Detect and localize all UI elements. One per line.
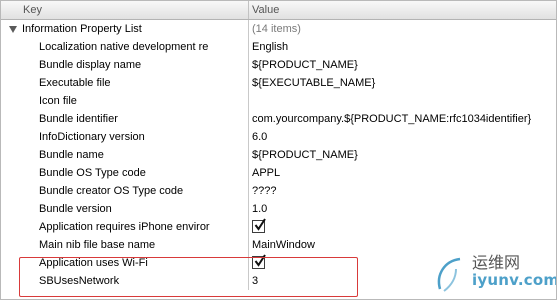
value-field[interactable]: 6.0 xyxy=(252,128,267,146)
key-label: Application requires iPhone enviror xyxy=(39,221,210,233)
checkbox-icon[interactable] xyxy=(252,218,266,233)
key-label: Bundle identifier xyxy=(39,113,118,125)
value-field[interactable]: com.yourcompany.${PRODUCT_NAME:rfc1034id… xyxy=(252,110,531,128)
key-label: Icon file xyxy=(39,95,77,107)
annotation-highlight-box xyxy=(19,257,358,297)
key-column-header[interactable]: Key xyxy=(1,1,249,19)
watermark-text-domain: iyunv.com xyxy=(472,271,557,289)
key-label: Localization native development re xyxy=(39,41,209,53)
plist-row[interactable]: Bundle OS Type code APPL xyxy=(1,164,556,182)
value-field[interactable]: ${PRODUCT_NAME} xyxy=(252,146,358,164)
key-label: Bundle name xyxy=(39,149,104,161)
plist-row[interactable]: InfoDictionary version 6.0 xyxy=(1,128,556,146)
key-label: Executable file xyxy=(39,77,111,89)
value-field[interactable]: MainWindow xyxy=(252,236,315,254)
plist-row[interactable]: Bundle display name ${PRODUCT_NAME} xyxy=(1,56,556,74)
plist-row[interactable]: Bundle name ${PRODUCT_NAME} xyxy=(1,146,556,164)
column-header: Key Value xyxy=(1,1,556,20)
key-label: Bundle version xyxy=(39,203,112,215)
plist-row[interactable]: Bundle version 1.0 xyxy=(1,200,556,218)
value-field[interactable]: APPL xyxy=(252,164,280,182)
value-field[interactable]: ???? xyxy=(252,182,276,200)
disclosure-triangle-icon[interactable] xyxy=(9,26,17,33)
value-field[interactable]: English xyxy=(252,38,288,56)
key-label: InfoDictionary version xyxy=(39,131,145,143)
watermark-text-cn: 运维网 xyxy=(472,253,521,272)
key-label: Bundle display name xyxy=(39,59,142,71)
plist-row-root[interactable]: Information Property List (14 items) xyxy=(1,20,556,38)
value-column-header[interactable]: Value xyxy=(249,1,556,19)
plist-row[interactable]: Icon file xyxy=(1,92,556,110)
plist-editor: Key Value Information Property List (14 … xyxy=(0,0,557,300)
value-field[interactable]: ${PRODUCT_NAME} xyxy=(252,56,358,74)
plist-row[interactable]: Localization native development re Engli… xyxy=(1,38,556,56)
plist-row[interactable]: Executable file ${EXECUTABLE_NAME} xyxy=(1,74,556,92)
key-label: Bundle OS Type code xyxy=(39,167,146,179)
value-field[interactable]: 1.0 xyxy=(252,200,267,218)
plist-row[interactable]: Bundle creator OS Type code ???? xyxy=(1,182,556,200)
value-label: (14 items) xyxy=(252,23,301,35)
watermark-logo: 运维网 iyunv.com xyxy=(434,247,556,297)
plist-row[interactable]: Bundle identifier com.yourcompany.${PROD… xyxy=(1,110,556,128)
key-label: Main nib file base name xyxy=(39,239,156,251)
key-label: Bundle creator OS Type code xyxy=(39,185,184,197)
value-field[interactable]: ${EXECUTABLE_NAME} xyxy=(252,74,375,92)
key-label: Information Property List xyxy=(22,23,142,35)
plist-row[interactable]: Application requires iPhone enviror xyxy=(1,218,556,236)
